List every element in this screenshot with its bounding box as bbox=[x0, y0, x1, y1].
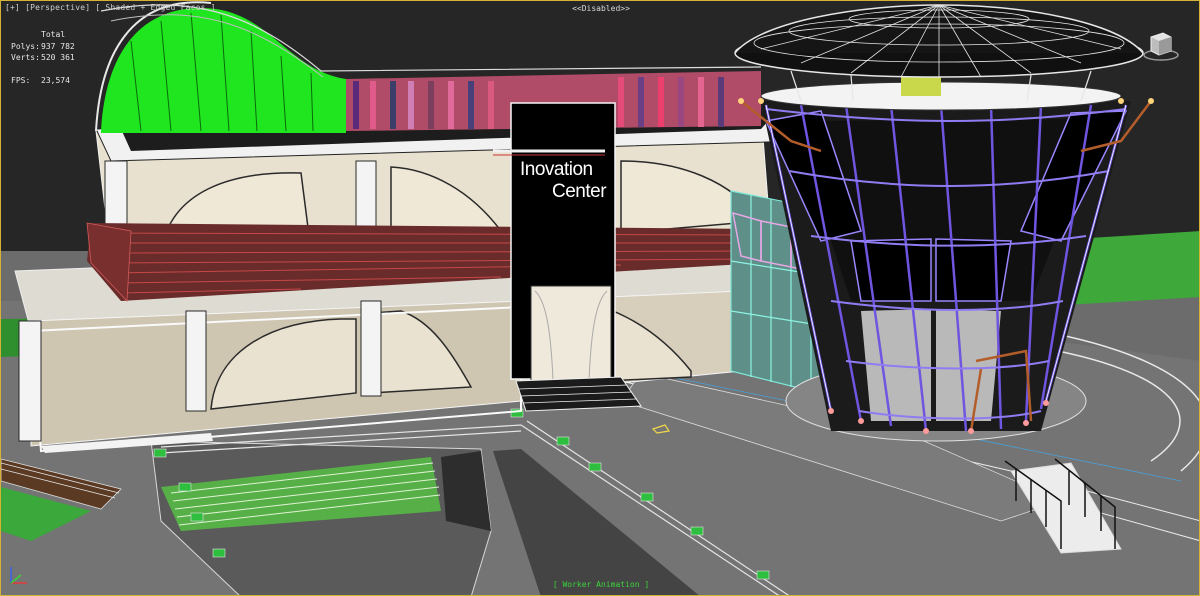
sign-line-1: Inovation bbox=[520, 159, 593, 180]
sign-line-2: Center bbox=[552, 181, 607, 202]
statistics-panel: Total Polys: 937 782 Verts: 520 361 FPS:… bbox=[11, 29, 75, 86]
disabled-indicator: <<Disabled>> bbox=[572, 4, 630, 13]
stats-row: Verts: 520 361 bbox=[11, 52, 75, 64]
stats-value: 937 782 bbox=[41, 41, 75, 51]
stats-row bbox=[11, 64, 75, 75]
stats-label: Verts: bbox=[11, 53, 40, 62]
stats-value: 23,574 bbox=[41, 75, 70, 85]
stats-label: FPS: bbox=[11, 75, 31, 85]
stats-row: Polys: 937 782 bbox=[11, 41, 75, 53]
stats-label: Polys: bbox=[11, 41, 40, 51]
stats-value: 520 361 bbox=[41, 53, 75, 62]
stats-header: Total bbox=[41, 30, 66, 39]
stats-label bbox=[11, 64, 41, 75]
stats-row: FPS: 23,574 bbox=[11, 75, 75, 87]
viewcube-icon[interactable] bbox=[1141, 25, 1181, 65]
scene-render[interactable] bbox=[1, 1, 1200, 596]
3d-viewport[interactable]: Inovation Center [+] [Perspective] [ Sha… bbox=[0, 0, 1200, 596]
bottom-status-text: [ Worker Animation ] bbox=[552, 580, 650, 589]
